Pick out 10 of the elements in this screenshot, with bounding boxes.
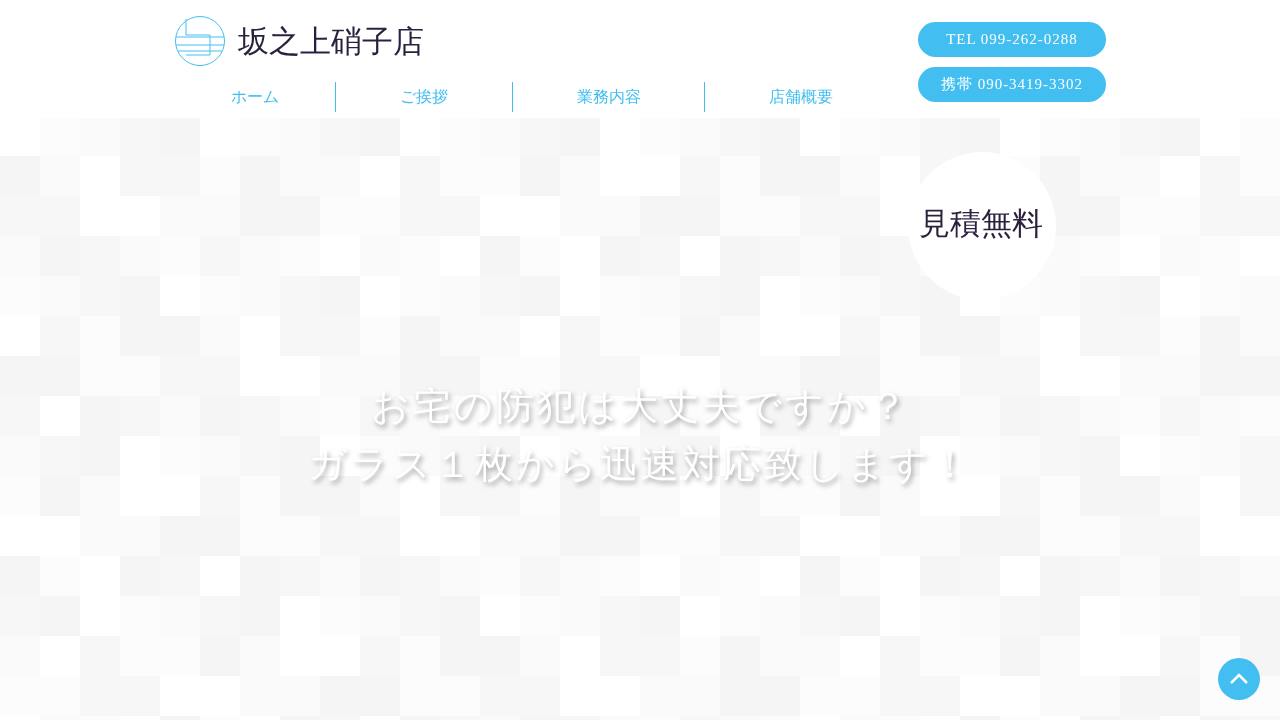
phone-button[interactable]: 携帯 090-3419-3302 — [918, 67, 1106, 102]
nav-link[interactable]: 店舗概要 — [705, 85, 897, 109]
logo-icon — [174, 15, 226, 67]
shop-name: 坂之上硝子店 — [238, 25, 424, 57]
nav-link[interactable]: ホーム — [174, 85, 335, 109]
phone-button[interactable]: TEL 099-262-0288 — [918, 22, 1106, 57]
nav-link[interactable]: ご挨拶 — [336, 85, 512, 109]
badge-text: 見積無料 — [919, 204, 1043, 243]
chevron-up-icon — [1229, 673, 1249, 685]
nav-link[interactable]: 業務内容 — [513, 85, 704, 109]
